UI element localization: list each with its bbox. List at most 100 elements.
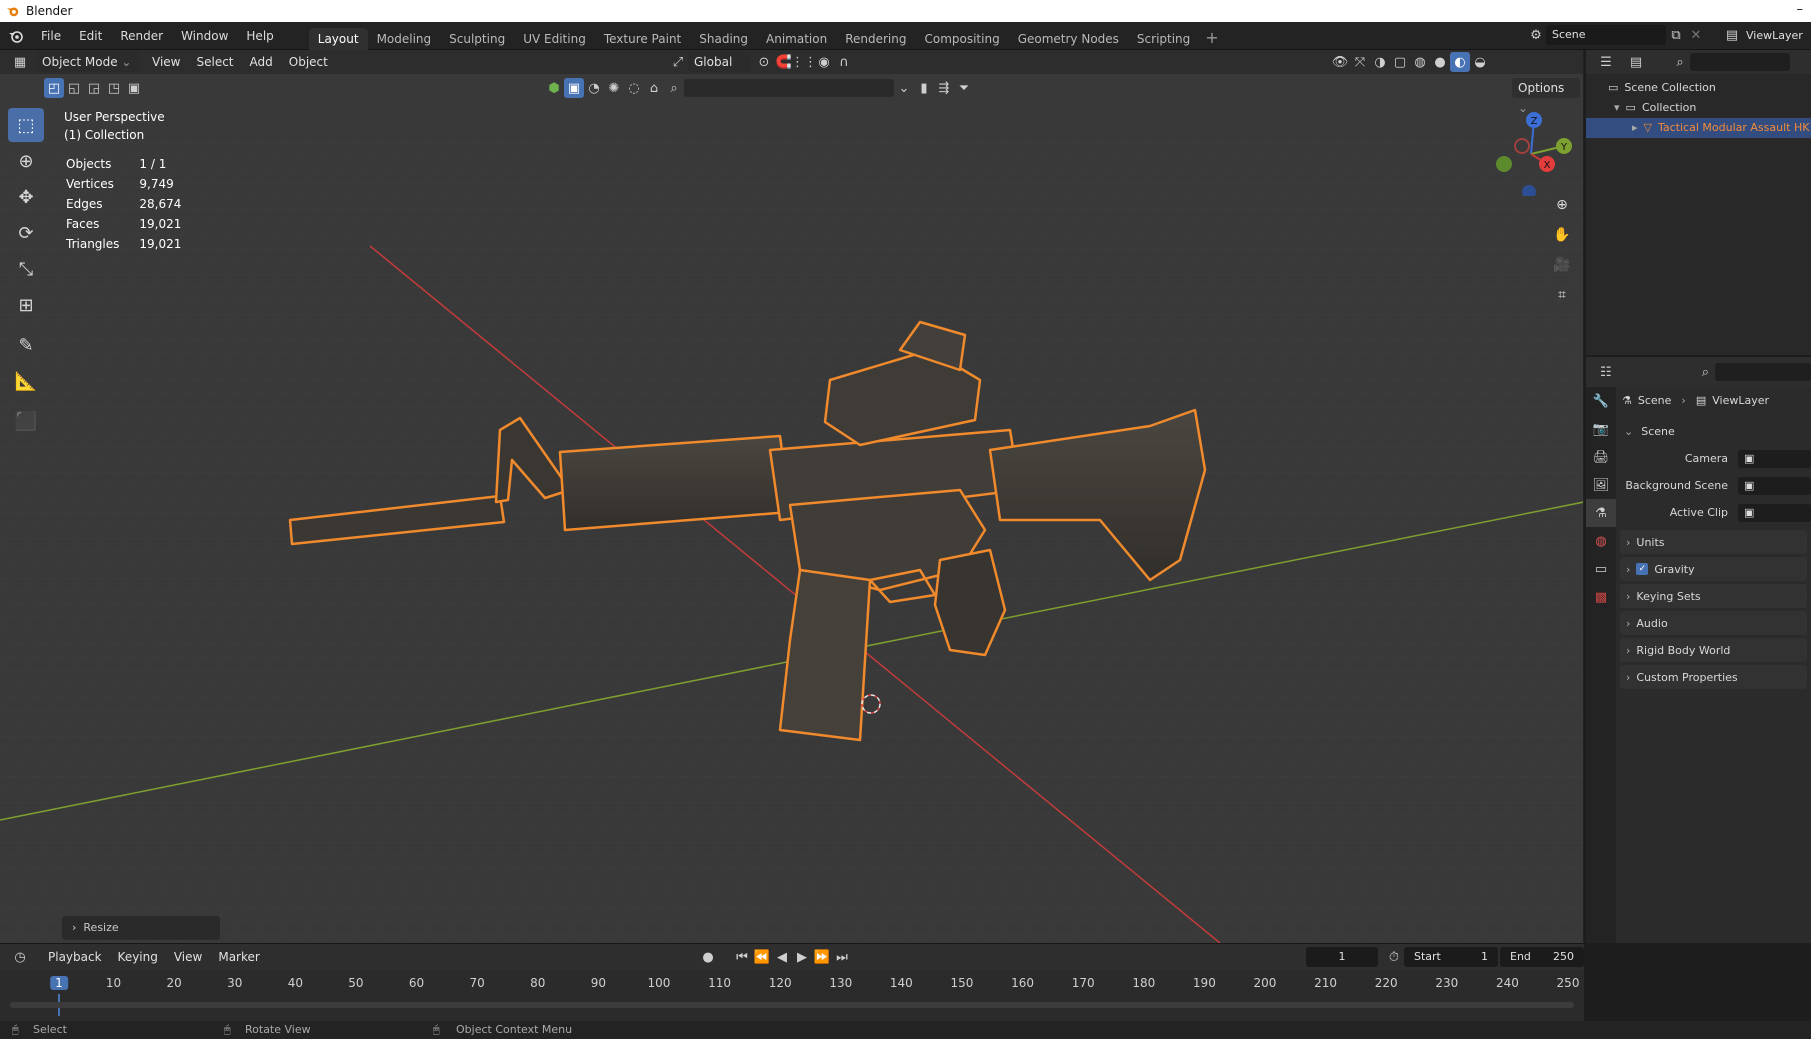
- menu-file[interactable]: File: [32, 22, 70, 50]
- timeline-menu-view[interactable]: View: [166, 950, 210, 964]
- viewlayer-selector[interactable]: ▤ ViewLayer: [1722, 25, 1803, 45]
- menu-edit[interactable]: Edit: [70, 22, 111, 50]
- move-tool-icon[interactable]: ✥: [8, 180, 44, 214]
- falloff-icon[interactable]: ∩: [834, 52, 854, 72]
- property-field-input[interactable]: ▣: [1738, 476, 1811, 495]
- minimize-button[interactable]: –: [1797, 2, 1804, 17]
- blender-menu-icon[interactable]: [6, 26, 26, 46]
- camera-filter-icon[interactable]: ◌: [624, 78, 644, 98]
- scene-selector[interactable]: ⚙ Scene ⧉ ✕: [1526, 25, 1706, 45]
- 3d-viewport[interactable]: ▦ Object Mode ⌄ View Select Add Object ⤢ Gl…: [0, 50, 1584, 943]
- timeline-scrollbar[interactable]: [10, 1002, 1574, 1008]
- timeline-editor-icon[interactable]: ◷: [10, 947, 30, 967]
- options-dropdown[interactable]: Options ⌄: [1512, 78, 1580, 115]
- viewport-search-icon[interactable]: ⌕: [664, 78, 684, 98]
- cursor-tool-icon[interactable]: ⊕: [8, 144, 44, 178]
- scene-name-field[interactable]: Scene: [1546, 25, 1666, 45]
- editor-type-icon[interactable]: ▦: [10, 52, 30, 72]
- workspace-tab-uv-editing[interactable]: UV Editing: [514, 28, 595, 50]
- tool-tab-icon[interactable]: 🔧: [1586, 387, 1616, 415]
- snap-target-icon[interactable]: ⋮⋮: [791, 52, 817, 72]
- gravity-checkbox[interactable]: ✓: [1636, 563, 1649, 575]
- outliner-search-field[interactable]: [1690, 53, 1790, 71]
- viewport-menu-view[interactable]: View: [144, 55, 188, 69]
- start-frame-field[interactable]: Start 1: [1404, 947, 1498, 967]
- scene-panel-header[interactable]: ⌄ Scene: [1616, 418, 1811, 445]
- transform-orientation-dropdown[interactable]: Global ⌄: [688, 52, 750, 89]
- render-tab-icon[interactable]: 📷: [1586, 415, 1616, 443]
- empty-filter-icon[interactable]: ⌂: [644, 78, 664, 98]
- expand-arrow-icon[interactable]: ▾: [1614, 98, 1620, 118]
- new-scene-icon[interactable]: ⧉: [1666, 25, 1686, 45]
- object-mode-dropdown[interactable]: Object Mode ⌄: [36, 52, 140, 72]
- subpanel-custom-properties[interactable]: › Custom Properties: [1620, 665, 1807, 689]
- annotate-tool-icon[interactable]: ✎: [8, 328, 44, 362]
- display-mode-icon[interactable]: ▤: [1626, 52, 1646, 72]
- zoom-icon[interactable]: ⊕: [1549, 192, 1575, 218]
- jump-start-icon[interactable]: ⏮: [732, 947, 752, 967]
- workspace-tab-animation[interactable]: Animation: [757, 28, 836, 50]
- pan-hand-icon[interactable]: ✋: [1549, 222, 1575, 248]
- gizmo-toggle-icon[interactable]: ⤧: [1350, 52, 1370, 72]
- end-frame-field[interactable]: End 250: [1500, 947, 1584, 967]
- navigation-gizmo[interactable]: Z Y X: [1486, 106, 1576, 196]
- workspace-tab-shading[interactable]: Shading: [690, 28, 757, 50]
- viewport-menu-add[interactable]: Add: [242, 55, 281, 69]
- outliner-row-collection[interactable]: ▾ ▭ Collection: [1586, 98, 1811, 118]
- texture-tab-icon[interactable]: ▩: [1586, 583, 1616, 611]
- xray-icon[interactable]: ▢: [1390, 52, 1410, 72]
- overlay-toggle-icon[interactable]: ◑: [1370, 52, 1390, 72]
- properties-search-field[interactable]: [1715, 363, 1811, 381]
- visibility-icon[interactable]: 👁: [1330, 52, 1350, 72]
- delete-scene-icon[interactable]: ✕: [1686, 25, 1706, 45]
- prev-keyframe-icon[interactable]: ⏪: [752, 947, 772, 967]
- workspace-tab-geometry-nodes[interactable]: Geometry Nodes: [1009, 28, 1128, 50]
- workspace-tab-texture-paint[interactable]: Texture Paint: [595, 28, 690, 50]
- outliner-editor-icon[interactable]: ☰: [1596, 52, 1616, 72]
- ortho-grid-icon[interactable]: ⌗: [1549, 282, 1575, 308]
- light-filter-icon[interactable]: ✺: [604, 78, 624, 98]
- rotate-tool-icon[interactable]: ⟳: [8, 216, 44, 250]
- pivot-point-icon[interactable]: ⊙: [754, 52, 774, 72]
- viewlayer-name[interactable]: ViewLayer: [1746, 29, 1803, 42]
- rendered-shading-icon[interactable]: ◒: [1470, 52, 1490, 72]
- outliner-row-scene-collection[interactable]: ▭ Scene Collection: [1586, 78, 1811, 98]
- gizmo-neg-z[interactable]: [1522, 185, 1536, 196]
- subpanel-units[interactable]: › Units: [1620, 530, 1807, 554]
- properties-editor-icon[interactable]: ☷: [1596, 362, 1616, 382]
- property-field-input[interactable]: ▣: [1738, 503, 1811, 522]
- select-extend-icon[interactable]: ◱: [64, 78, 84, 98]
- viewport-menu-select[interactable]: Select: [188, 55, 241, 69]
- menu-render[interactable]: Render: [111, 22, 172, 50]
- material-preview-shading-icon[interactable]: ◐: [1450, 52, 1470, 72]
- workspace-tab-scripting[interactable]: Scripting: [1128, 28, 1199, 50]
- properties-search-icon[interactable]: ⌕: [1696, 362, 1716, 382]
- solid-shading-icon[interactable]: ●: [1430, 52, 1450, 72]
- workspace-tab-rendering[interactable]: Rendering: [836, 28, 915, 50]
- current-frame-field[interactable]: 1: [1306, 947, 1378, 967]
- viewport-scene[interactable]: [0, 50, 1584, 943]
- viewport-search-field[interactable]: [684, 79, 894, 97]
- workspace-tab-modeling[interactable]: Modeling: [368, 28, 441, 50]
- subpanel-keying-sets[interactable]: › Keying Sets: [1620, 584, 1807, 608]
- gizmo-neg-x[interactable]: [1514, 138, 1530, 154]
- curve-filter-icon[interactable]: ◔: [584, 78, 604, 98]
- play-reverse-icon[interactable]: ◀: [772, 947, 792, 967]
- add-workspace-button[interactable]: +: [1199, 28, 1224, 47]
- mesh-filter-icon[interactable]: ▣: [564, 78, 584, 98]
- subpanel-gravity[interactable]: › ✓ Gravity: [1620, 557, 1807, 581]
- workspace-tab-sculpting[interactable]: Sculpting: [440, 28, 514, 50]
- stopwatch-icon[interactable]: ⏱: [1384, 947, 1404, 967]
- play-icon[interactable]: ▶: [792, 947, 812, 967]
- timeline-menu-keying[interactable]: Keying: [110, 950, 166, 964]
- expand-arrow-icon[interactable]: ▸: [1632, 118, 1638, 138]
- outliner-search-icon[interactable]: ⌕: [1670, 52, 1690, 72]
- sort-icon[interactable]: ⇶: [934, 78, 954, 98]
- select-subtract-icon[interactable]: ◲: [84, 78, 104, 98]
- select-new-icon[interactable]: ◰: [44, 78, 64, 98]
- camera-view-icon[interactable]: 🎥: [1549, 252, 1575, 278]
- workspace-tab-layout[interactable]: Layout: [308, 27, 368, 50]
- world-tab-icon[interactable]: ◍: [1586, 527, 1616, 555]
- record-icon[interactable]: ●: [698, 947, 718, 967]
- menu-help[interactable]: Help: [237, 22, 282, 50]
